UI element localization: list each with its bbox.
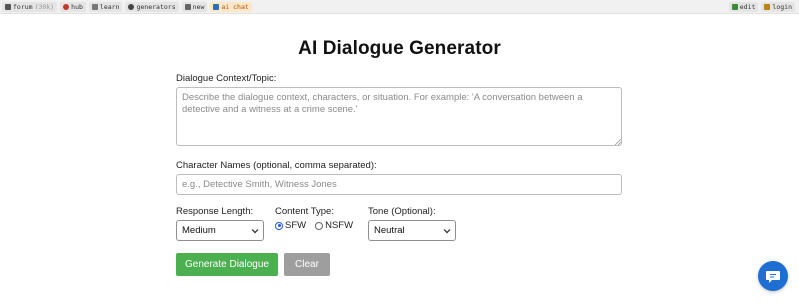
nav-hub-label: hub <box>71 3 83 11</box>
top-navigation: forum (30k) hub learn generators new ai … <box>0 0 799 14</box>
chat-widget-button[interactable] <box>758 261 788 291</box>
generate-dialogue-button[interactable]: Generate Dialogue <box>176 253 278 276</box>
nav-ai-chat-label: ai chat <box>221 3 249 11</box>
tone-select[interactable]: Neutral <box>368 220 456 241</box>
sfw-radio[interactable] <box>275 221 283 230</box>
nsfw-label: NSFW <box>325 220 354 231</box>
sfw-label: SFW <box>285 220 307 231</box>
nav-hub[interactable]: hub <box>60 2 86 12</box>
nav-login-label: login <box>772 3 792 11</box>
nav-new-label: new <box>192 3 205 11</box>
ai-chat-icon <box>213 4 220 10</box>
nav-new[interactable]: new <box>181 2 208 12</box>
nav-forum-label: forum <box>13 3 33 11</box>
context-label: Dialogue Context/Topic: <box>176 73 277 84</box>
length-select[interactable]: Medium <box>176 220 264 241</box>
names-input[interactable] <box>176 174 622 195</box>
chevron-down-icon <box>251 229 259 234</box>
resize-grip-icon[interactable] <box>614 138 621 145</box>
new-icon <box>184 4 191 10</box>
context-textarea[interactable] <box>176 87 622 146</box>
hub-icon <box>63 4 70 10</box>
nav-ai-chat[interactable]: ai chat <box>210 2 252 12</box>
tone-label: Tone (Optional): <box>368 206 436 217</box>
tone-select-value: Neutral <box>374 225 405 236</box>
nav-right: edit login <box>728 2 795 12</box>
length-label: Response Length: <box>176 206 254 217</box>
nav-edit-label: edit <box>739 3 756 11</box>
nav-login[interactable]: login <box>761 2 795 12</box>
nav-edit[interactable]: edit <box>728 2 759 12</box>
nav-learn[interactable]: learn <box>88 2 123 12</box>
nav-forum-count: (30k) <box>34 3 55 11</box>
nav-forum[interactable]: forum (30k) <box>2 2 58 12</box>
nav-left: forum (30k) hub learn generators new ai … <box>2 2 252 12</box>
chevron-down-icon <box>443 229 451 234</box>
nav-learn-label: learn <box>99 3 120 11</box>
nav-generators[interactable]: generators <box>125 2 179 12</box>
forum-icon <box>5 4 11 10</box>
chat-bubble-icon <box>766 271 780 283</box>
clear-button[interactable]: Clear <box>284 253 330 276</box>
nsfw-radio[interactable] <box>315 221 324 230</box>
names-label: Character Names (optional, comma separat… <box>176 160 377 171</box>
learn-icon <box>91 4 98 10</box>
generators-icon <box>128 4 135 10</box>
page-title: AI Dialogue Generator <box>298 38 501 59</box>
edit-icon <box>731 4 738 10</box>
length-select-value: Medium <box>182 225 216 236</box>
login-icon <box>764 4 771 10</box>
content-type-label: Content Type: <box>275 206 334 217</box>
nav-generators-label: generators <box>136 3 176 11</box>
content-type-radios: SFW NSFW <box>275 220 353 231</box>
